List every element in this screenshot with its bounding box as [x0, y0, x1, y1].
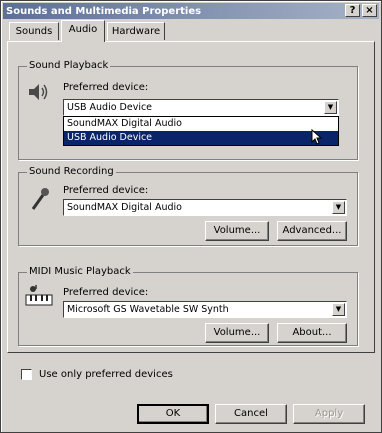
playback-preferred-label: Preferred device:: [63, 82, 149, 93]
recording-device-select[interactable]: SoundMAX Digital Audio ▼: [63, 199, 347, 216]
midi-playback-label: MIDI Music Playback: [27, 266, 133, 277]
playback-device-select[interactable]: USB Audio Device ▼: [63, 99, 339, 116]
tab-audio[interactable]: Audio: [61, 20, 105, 42]
midi-playback-group: MIDI Music Playback Preferred device: Mi…: [18, 266, 358, 346]
playback-device-dropdown[interactable]: SoundMAX Digital Audio USB Audio Device: [63, 116, 339, 146]
ok-button[interactable]: OK: [137, 404, 209, 424]
midi-about-button[interactable]: About...: [277, 323, 347, 343]
playback-device-value: USB Audio Device: [67, 102, 153, 113]
use-only-preferred-checkbox[interactable]: [21, 369, 32, 380]
recording-preferred-label: Preferred device:: [63, 185, 149, 196]
sound-playback-group: Sound Playback Preferred device: USB Aud…: [18, 60, 358, 160]
sound-recording-label: Sound Recording: [27, 166, 116, 177]
recording-device-value: SoundMAX Digital Audio: [67, 202, 182, 213]
chevron-down-icon[interactable]: ▼: [332, 201, 345, 214]
recording-volume-button[interactable]: Volume...: [205, 221, 269, 241]
tab-sounds[interactable]: Sounds: [9, 22, 59, 40]
cancel-button[interactable]: Cancel: [215, 404, 287, 424]
use-only-preferred-label[interactable]: Use only preferred devices: [39, 369, 173, 380]
chevron-down-icon[interactable]: ▼: [332, 303, 345, 316]
midi-volume-button[interactable]: Volume...: [205, 323, 269, 343]
recording-advanced-button[interactable]: Advanced...: [277, 221, 347, 241]
midi-keyboard-icon: [25, 285, 53, 306]
dropdown-option-usb-audio[interactable]: USB Audio Device: [64, 131, 338, 145]
sound-recording-group: Sound Recording Preferred device: SoundM…: [18, 166, 358, 246]
chevron-down-icon[interactable]: ▼: [324, 101, 337, 114]
window-title: Sounds and Multimedia Properties: [6, 5, 202, 17]
dropdown-option-soundmax[interactable]: SoundMAX Digital Audio: [64, 117, 338, 131]
audio-tab-panel: Sound Playback Preferred device: USB Aud…: [7, 41, 375, 353]
tab-hardware[interactable]: Hardware: [107, 22, 165, 40]
microphone-icon: [31, 188, 49, 210]
title-bar[interactable]: Sounds and Multimedia Properties ? ×: [3, 3, 379, 19]
mouse-cursor-icon: [311, 129, 323, 145]
apply-button[interactable]: Apply: [293, 404, 365, 424]
midi-device-select[interactable]: Microsoft GS Wavetable SW Synth ▼: [63, 301, 347, 318]
sound-playback-label: Sound Playback: [27, 60, 111, 71]
sounds-properties-dialog: Sounds and Multimedia Properties ? × Sou…: [0, 0, 382, 433]
close-button[interactable]: ×: [362, 4, 377, 17]
midi-preferred-label: Preferred device:: [63, 287, 149, 298]
help-button[interactable]: ?: [345, 4, 360, 17]
midi-device-value: Microsoft GS Wavetable SW Synth: [67, 304, 229, 315]
speaker-icon: [29, 84, 48, 100]
